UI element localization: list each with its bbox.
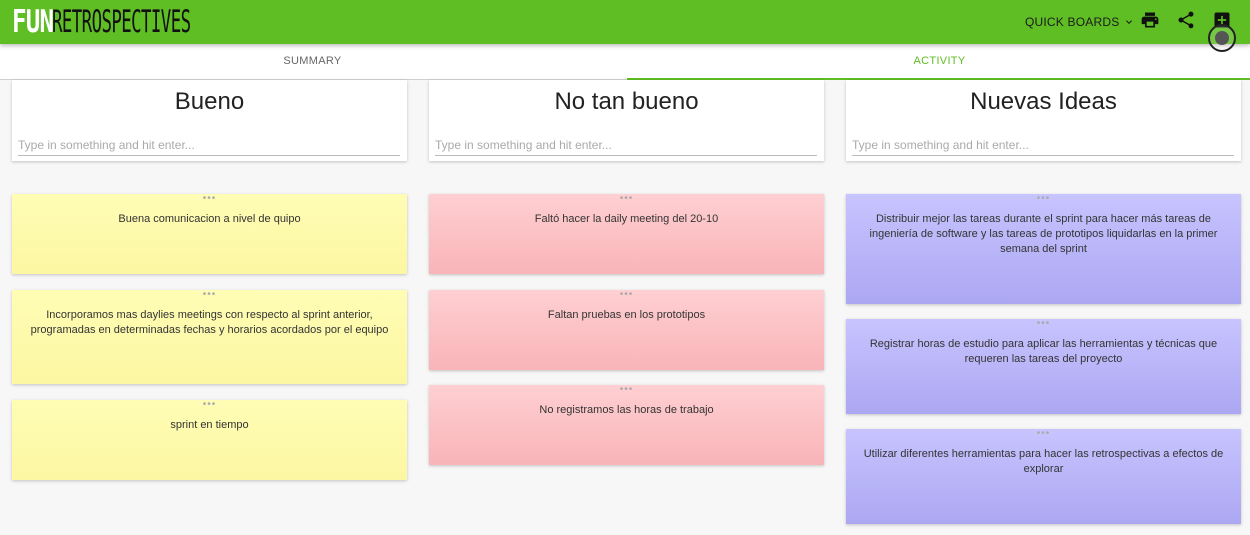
tab-summary[interactable]: SUMMARY bbox=[0, 44, 625, 80]
note-text: No registramos las horas de trabajo bbox=[539, 404, 714, 416]
note-card[interactable]: ••• Incorporamos mas daylies meetings co… bbox=[12, 290, 407, 384]
app-logo[interactable]: FUN RETROSPECTIVES bbox=[12, 6, 299, 38]
drag-handle-icon[interactable]: ••• bbox=[441, 290, 812, 304]
share-icon[interactable] bbox=[1176, 10, 1196, 30]
new-note-input[interactable] bbox=[852, 134, 1234, 156]
note-card[interactable]: ••• Faltan pruebas en los prototipos bbox=[429, 290, 824, 370]
column-header-nuevas-ideas: Nuevas Ideas bbox=[846, 80, 1241, 161]
note-text: Incorporamos mas daylies meetings con re… bbox=[30, 309, 389, 336]
note-text: Faltan pruebas en los prototipos bbox=[547, 309, 706, 321]
logo-retrospectives: RETROSPECTIVES bbox=[52, 4, 191, 40]
note-text: Faltó hacer la daily meeting del 20-10 bbox=[534, 213, 719, 225]
note-text: Registrar horas de estudio para aplicar … bbox=[869, 338, 1218, 365]
note-card[interactable]: ••• sprint en tiempo bbox=[12, 400, 407, 480]
quick-boards-menu[interactable]: QUICK BOARDS bbox=[1025, 12, 1135, 32]
tab-bar: SUMMARY ACTIVITY bbox=[0, 44, 1250, 80]
top-app-bar: FUN RETROSPECTIVES QUICK BOARDS bbox=[0, 0, 1250, 44]
drag-handle-icon[interactable]: ••• bbox=[24, 290, 395, 304]
drag-handle-icon[interactable]: ••• bbox=[441, 194, 812, 208]
chevron-down-icon bbox=[1126, 20, 1133, 24]
record-icon[interactable] bbox=[1208, 24, 1236, 52]
print-icon[interactable] bbox=[1140, 10, 1160, 30]
new-note-input[interactable] bbox=[18, 134, 400, 156]
note-text: Distribuir mejor las tareas durante el s… bbox=[869, 213, 1218, 255]
note-card[interactable]: ••• Faltó hacer la daily meeting del 20-… bbox=[429, 194, 824, 274]
note-card[interactable]: ••• Buena comunicacion a nivel de quipo bbox=[12, 194, 407, 274]
column-title: Bueno bbox=[174, 88, 245, 115]
column-header-no-tan-bueno: No tan bueno bbox=[429, 80, 824, 161]
note-text: Utilizar diferentes herramientas para ha… bbox=[863, 448, 1224, 475]
tab-activity[interactable]: ACTIVITY bbox=[627, 44, 1250, 80]
column-title: No tan bueno bbox=[554, 88, 699, 115]
drag-handle-icon[interactable]: ••• bbox=[858, 194, 1229, 208]
drag-handle-icon[interactable]: ••• bbox=[858, 429, 1229, 443]
column-header-bueno: Bueno bbox=[12, 80, 407, 161]
drag-handle-icon[interactable]: ••• bbox=[441, 385, 812, 399]
note-card[interactable]: ••• Distribuir mejor las tareas durante … bbox=[846, 194, 1241, 304]
drag-handle-icon[interactable]: ••• bbox=[858, 319, 1229, 333]
drag-handle-icon[interactable]: ••• bbox=[24, 194, 395, 208]
note-card[interactable]: ••• Registrar horas de estudio para apli… bbox=[846, 319, 1241, 414]
quick-boards-label: QUICK BOARDS bbox=[1025, 15, 1120, 29]
column-title: Nuevas Ideas bbox=[970, 88, 1117, 115]
note-text: Buena comunicacion a nivel de quipo bbox=[118, 213, 301, 225]
drag-handle-icon[interactable]: ••• bbox=[24, 400, 395, 414]
new-note-input[interactable] bbox=[435, 134, 817, 156]
logo-fun: FUN bbox=[12, 4, 54, 40]
note-card[interactable]: ••• No registramos las horas de trabajo bbox=[429, 385, 824, 465]
note-card[interactable]: ••• Utilizar diferentes herramientas par… bbox=[846, 429, 1241, 524]
note-text: sprint en tiempo bbox=[170, 419, 249, 431]
